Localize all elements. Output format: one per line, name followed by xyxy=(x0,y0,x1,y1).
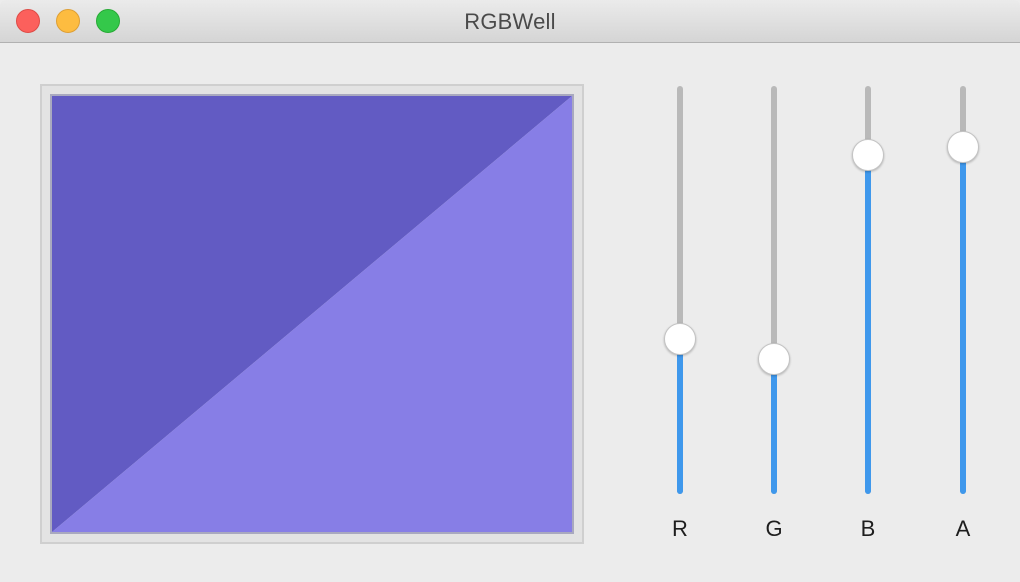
red-slider[interactable] xyxy=(660,86,700,494)
title-bar[interactable]: RGBWell xyxy=(0,0,1020,43)
blue-slider-label: B xyxy=(860,516,876,541)
color-well-swatch xyxy=(52,96,572,532)
green-slider-knob[interactable] xyxy=(758,343,790,376)
alpha-slider[interactable] xyxy=(943,86,983,494)
window-title: RGBWell xyxy=(464,9,556,34)
green-slider-label: G xyxy=(765,516,783,541)
green-slider[interactable] xyxy=(754,86,794,494)
green-slider-fill xyxy=(771,359,777,494)
red-slider-fill xyxy=(677,338,683,494)
alpha-slider-label: A xyxy=(955,516,971,541)
blue-slider-fill xyxy=(865,155,871,494)
blue-slider[interactable] xyxy=(848,86,888,494)
alpha-slider-fill xyxy=(960,147,966,494)
alpha-slider-knob[interactable] xyxy=(947,131,979,164)
red-slider-label: R xyxy=(672,516,688,541)
color-well-frame xyxy=(40,84,584,544)
color-well xyxy=(50,94,574,534)
blue-slider-knob[interactable] xyxy=(852,139,884,172)
app-window: RGBWell R G B A xyxy=(0,0,1020,582)
red-slider-knob[interactable] xyxy=(664,322,696,355)
